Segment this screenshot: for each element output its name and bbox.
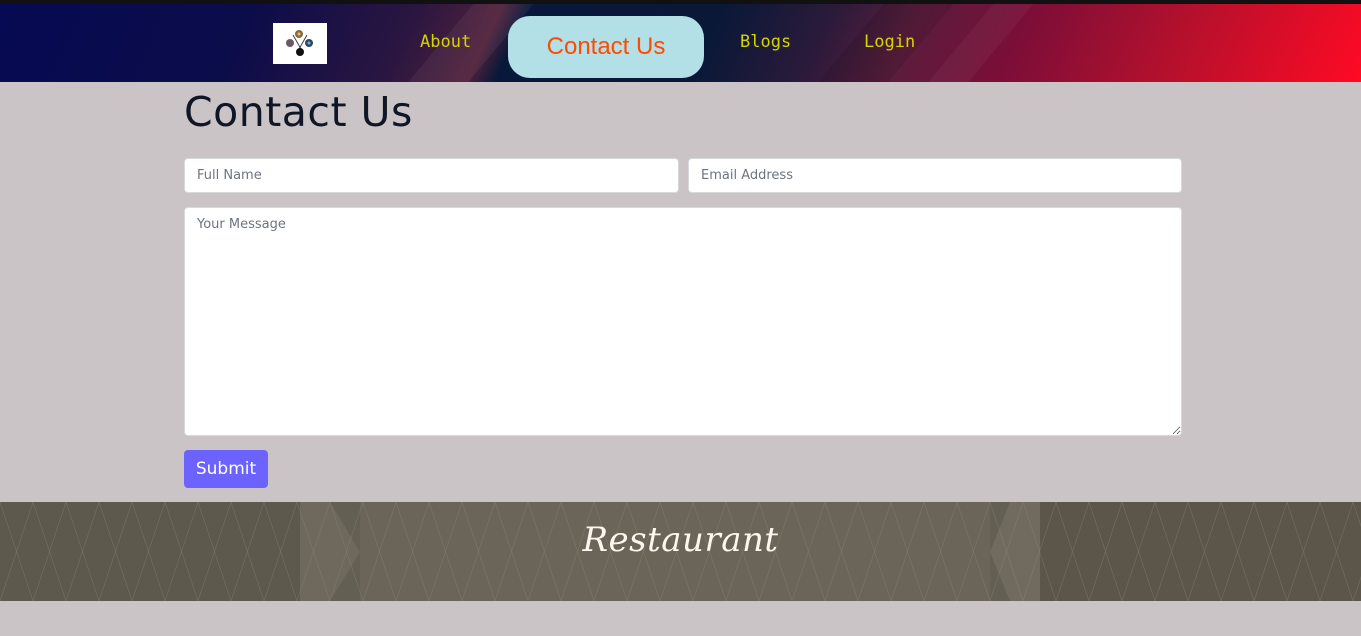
page-title: Contact Us <box>184 88 413 136</box>
navbar: About Contact Us Blogs Login <box>0 4 1361 82</box>
footer: Restaurant <box>0 502 1361 601</box>
email-input[interactable] <box>688 158 1182 193</box>
submit-button[interactable]: Submit <box>184 450 268 488</box>
nav-link-contact-us[interactable]: Contact Us <box>508 16 704 78</box>
nav-link-blogs[interactable]: Blogs <box>740 32 791 52</box>
full-name-input[interactable] <box>184 158 679 193</box>
message-textarea[interactable] <box>184 207 1182 436</box>
logo[interactable] <box>273 23 327 64</box>
logo-icon <box>286 30 313 56</box>
nav-link-about[interactable]: About <box>420 32 471 52</box>
footer-title: Restaurant <box>582 520 779 560</box>
nav-link-login[interactable]: Login <box>864 32 915 52</box>
